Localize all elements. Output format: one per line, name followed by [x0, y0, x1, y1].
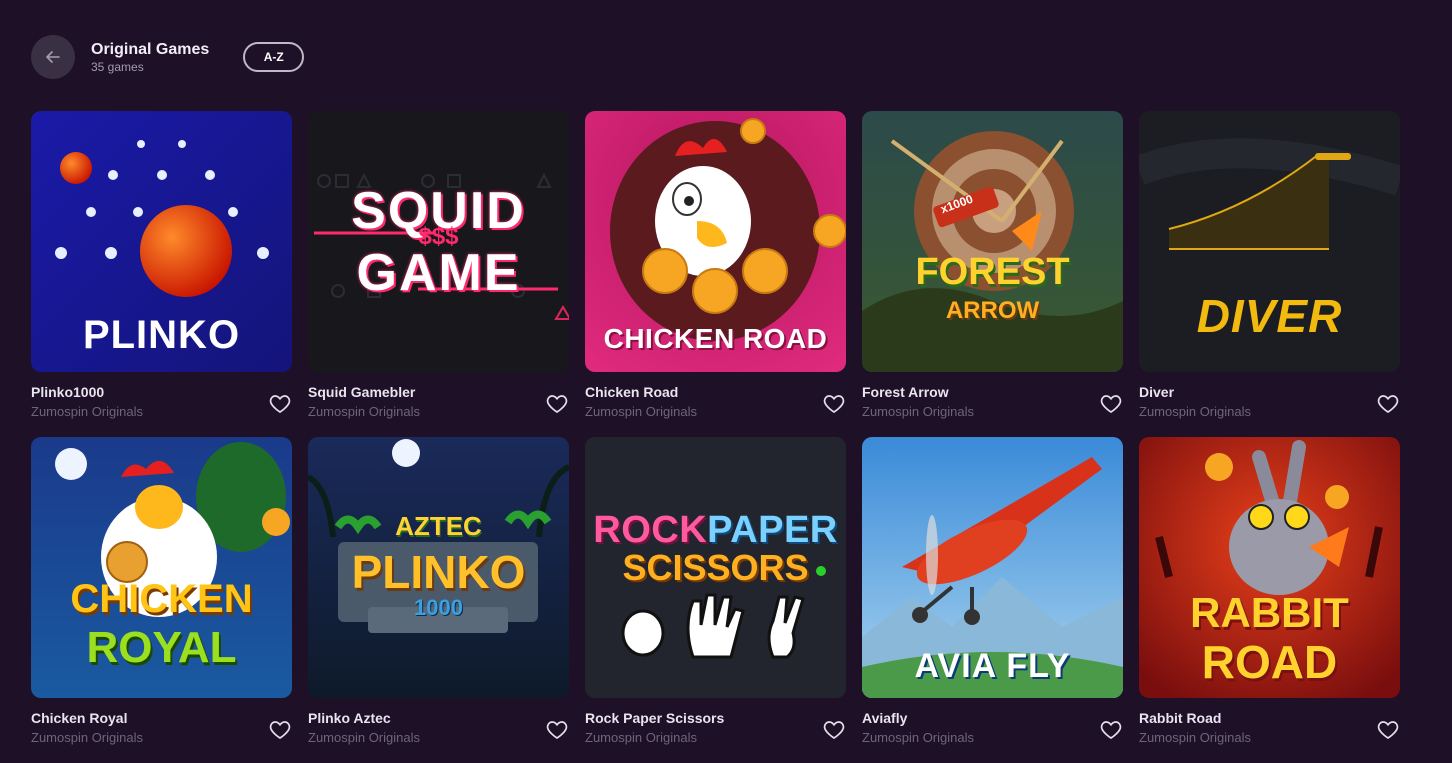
artwork-title-line2: SCISSORS	[622, 547, 809, 588]
heart-outline-icon[interactable]	[1376, 392, 1400, 416]
heart-outline-icon[interactable]	[1099, 392, 1123, 416]
game-thumbnail[interactable]: AVIA FLY	[862, 437, 1123, 698]
game-meta: Chicken Royal Zumospin Originals	[31, 698, 292, 763]
heart-outline-icon[interactable]	[1376, 718, 1400, 742]
game-thumbnail[interactable]: SQUID $$$ GAME	[308, 111, 569, 372]
game-provider: Zumospin Originals	[308, 404, 420, 419]
game-card-rabbit-road: RABBIT ROAD Rabbit Road Zumospin Origina…	[1139, 437, 1400, 763]
artwork-title-line2: PLINKO	[351, 546, 526, 598]
game-thumbnail[interactable]: x1000 FOREST ARROW	[862, 111, 1123, 372]
game-meta: Plinko1000 Zumospin Originals	[31, 372, 292, 437]
game-card-aviafly: AVIA FLY Aviafly Zumospin Originals	[862, 437, 1123, 763]
game-name[interactable]: Chicken Road	[585, 382, 846, 402]
game-card-forest-arrow: x1000 FOREST ARROW Forest Arrow Zumospin…	[862, 111, 1123, 437]
artwork-title-line1: ROCKPAPER	[585, 509, 846, 552]
game-provider: Zumospin Originals	[585, 404, 697, 419]
sort-az-button[interactable]: A-Z	[243, 42, 305, 72]
game-meta: Aviafly Zumospin Originals	[862, 698, 1123, 763]
heart-outline-icon[interactable]	[268, 718, 292, 742]
game-name[interactable]: Plinko1000	[31, 382, 292, 402]
game-thumbnail[interactable]: DIVER	[1139, 111, 1400, 372]
artwork-paper: PAPER	[707, 509, 838, 551]
game-name[interactable]: Rabbit Road	[1139, 708, 1400, 728]
artwork-rock: ROCK	[593, 509, 708, 551]
artwork-title-line2: ROYAL	[86, 623, 237, 672]
game-thumbnail[interactable]: ROCKPAPER SCISSORS	[585, 437, 846, 698]
game-thumbnail[interactable]: CHICKEN ROYAL	[31, 437, 292, 698]
game-meta: Plinko Aztec Zumospin Originals	[308, 698, 569, 763]
title-block: Original Games 35 games	[91, 40, 209, 74]
heart-outline-icon[interactable]	[268, 392, 292, 416]
game-name[interactable]: Plinko Aztec	[308, 708, 569, 728]
game-name[interactable]: Chicken Royal	[31, 708, 292, 728]
game-card-rock-paper-scissors: ROCKPAPER SCISSORS Rock Paper Scissors Z…	[585, 437, 846, 763]
game-provider: Zumospin Originals	[585, 730, 697, 745]
game-name[interactable]: Forest Arrow	[862, 382, 1123, 402]
games-grid: PLINKO Plinko1000 Zumospin Originals SQU…	[31, 111, 1400, 763]
game-card-diver: DIVER Diver Zumospin Originals	[1139, 111, 1400, 437]
page-header: Original Games 35 games A-Z	[31, 35, 305, 79]
heart-outline-icon[interactable]	[1099, 718, 1123, 742]
game-card-plinko1000: PLINKO Plinko1000 Zumospin Originals	[31, 111, 292, 437]
artwork-title-line2: ARROW	[945, 297, 1040, 324]
game-card-squid-gamebler: SQUID $$$ GAME Squid Gamebler Zumospin O…	[308, 111, 569, 437]
heart-outline-icon[interactable]	[545, 392, 569, 416]
artwork-title-line1: RABBIT	[1190, 589, 1349, 636]
game-meta: Rabbit Road Zumospin Originals	[1139, 698, 1400, 763]
artwork-title: DIVER	[1196, 290, 1343, 342]
artwork-title-line3: 1000	[414, 595, 463, 620]
game-thumbnail[interactable]: RABBIT ROAD	[1139, 437, 1400, 698]
back-button[interactable]	[31, 35, 75, 79]
forest-arrow-artwork	[862, 111, 1123, 372]
game-name[interactable]: Squid Gamebler	[308, 382, 569, 402]
arrow-left-icon	[46, 51, 60, 63]
game-meta: Diver Zumospin Originals	[1139, 372, 1400, 437]
game-thumbnail[interactable]: AZTEC PLINKO 1000	[308, 437, 569, 698]
artwork-title-line2: GAME	[356, 244, 521, 302]
heart-outline-icon[interactable]	[545, 718, 569, 742]
game-meta: Squid Gamebler Zumospin Originals	[308, 372, 569, 437]
game-provider: Zumospin Originals	[308, 730, 420, 745]
page-title: Original Games	[91, 41, 210, 58]
game-thumbnail[interactable]: CHICKEN ROAD	[585, 111, 846, 372]
game-meta: Chicken Road Zumospin Originals	[585, 372, 846, 437]
game-card-plinko-aztec: AZTEC PLINKO 1000 Plinko Aztec Zumospin …	[308, 437, 569, 763]
game-thumbnail[interactable]: PLINKO	[31, 111, 292, 372]
game-name[interactable]: Rock Paper Scissors	[585, 708, 846, 728]
game-provider: Zumospin Originals	[31, 404, 143, 419]
artwork-title: AVIA FLY	[914, 647, 1071, 685]
game-provider: Zumospin Originals	[31, 730, 143, 745]
artwork-title-line1: AZTEC	[395, 511, 482, 541]
game-card-chicken-road: CHICKEN ROAD Chicken Road Zumospin Origi…	[585, 111, 846, 437]
heart-outline-icon[interactable]	[822, 718, 846, 742]
game-name[interactable]: Diver	[1139, 382, 1400, 402]
game-provider: Zumospin Originals	[862, 730, 974, 745]
artwork-title-line1: FOREST	[915, 251, 1070, 293]
game-provider: Zumospin Originals	[862, 404, 974, 419]
heart-outline-icon[interactable]	[822, 392, 846, 416]
artwork-title: CHICKEN ROAD	[603, 323, 828, 354]
artwork-title-line1: CHICKEN	[70, 577, 253, 621]
game-count: 35 games	[91, 60, 144, 74]
game-card-chicken-royal: CHICKEN ROYAL Chicken Royal Zumospin Ori…	[31, 437, 292, 763]
game-provider: Zumospin Originals	[1139, 404, 1251, 419]
game-provider: Zumospin Originals	[1139, 730, 1251, 745]
game-meta: Forest Arrow Zumospin Originals	[862, 372, 1123, 437]
game-meta: Rock Paper Scissors Zumospin Originals	[585, 698, 846, 763]
artwork-title-line2: ROAD	[1201, 636, 1338, 688]
game-name[interactable]: Aviafly	[862, 708, 1123, 728]
artwork-title: PLINKO	[82, 313, 241, 357]
